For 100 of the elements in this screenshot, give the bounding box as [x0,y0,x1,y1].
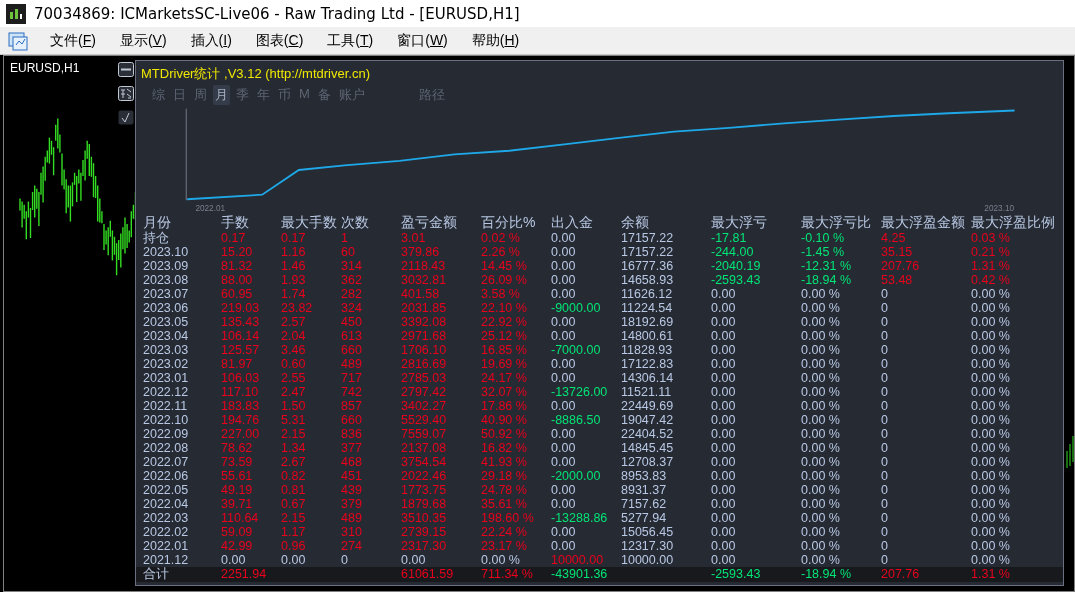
table-cell-text: 0.00 % [801,553,841,567]
menu-item[interactable]: 插入(I) [178,29,244,52]
table-cell-text: 59.09 [221,525,254,539]
table-cell-text: 11828.93 [621,343,674,357]
table-cell-text: 450 [341,315,363,329]
tab[interactable]: 周 [192,85,209,105]
table-cell-text: 0.00 [711,511,737,525]
table-cell-text: 0.00 % [801,483,841,497]
table-cell-text: 0 [881,329,889,343]
tab[interactable]: 综 [150,85,167,105]
table-cell-text: 0 [341,553,349,567]
tab[interactable]: 路径 [416,85,447,105]
minimize-icon[interactable] [118,62,134,77]
table-cell-text: 0.00 % [801,525,841,539]
table-cell-text: 2.26 % [481,245,521,259]
table-cell-text: 379.86 [401,245,441,259]
tab[interactable]: 季 [234,85,251,105]
table-cell-text: 0.00 [551,427,577,441]
table-cell-text: 0.00 % [801,497,841,511]
table-cell-text: 41.93 % [481,455,528,469]
table-cell-text: 81.32 [221,259,254,273]
table-cell-text: 22.10 % [481,301,528,315]
table-cell-text: 106.03 [221,371,261,385]
table-cell-text: 3754.54 [401,455,448,469]
tab[interactable]: 日 [171,85,188,105]
table-cell-text: 8953.83 [621,469,668,483]
table-cell-text: 0.00 % [801,357,841,371]
table-cell-text: 0 [881,427,889,441]
tab[interactable]: M [297,85,312,105]
table-cell-text: 2023.06 [143,301,190,315]
table-cell-text: 23.82 [281,301,314,315]
tab[interactable]: 月 [213,85,230,105]
tab[interactable]: 账户 [336,85,367,105]
tab[interactable]: 备 [315,85,333,105]
menu-item[interactable]: 图表(C) [243,29,316,52]
table-cell-text: 0.00 % [801,441,841,455]
table-cell-text: -18.94 % [801,273,853,287]
column-header: 最大浮亏 [711,213,768,231]
table-cell-text: 0.00 % [801,287,841,301]
table-cell-text: 1.74 [281,287,307,301]
chart-window-icon[interactable] [8,30,28,51]
total-cell-text: -43901.36 [551,567,609,582]
tab[interactable]: 年 [255,85,272,105]
table-cell-text: 60 [341,245,356,259]
table-cell-text: 0.00 [711,371,737,385]
table-cell-text: 0.00 [711,357,737,371]
table-cell-text: 0.60 [281,357,307,371]
table-cell-text: 0.00 [711,385,737,399]
column-header: 最大浮亏比 [801,213,872,231]
table-cell-text: 0.00 % [971,497,1011,511]
table-cell-text: 2022.10 [143,413,190,427]
table-cell-text: 0.00 % [971,483,1011,497]
menu-item[interactable]: 工具(T) [315,29,386,52]
table-cell-text: 310 [341,525,363,539]
table-cell-text: 5277.94 [621,511,668,525]
table-cell-text: 35.15 [881,245,914,259]
table-cell-text: 0 [881,441,889,455]
table-cell-text: 0.00 [711,427,737,441]
column-header: 最大浮盈比例 [971,213,1056,231]
table-cell-text: 7559.07 [401,427,448,441]
table-cell-text: -2040.19 [711,259,762,273]
table-cell-text: 0.21 % [971,245,1011,259]
menu-item[interactable]: 帮助(H) [459,29,532,52]
app-logo-icon [6,3,26,24]
table-cell-text: 0.00 % [481,553,521,567]
table-cell-text: 2022.08 [143,441,190,455]
table-cell-text: -244.00 [711,245,755,259]
table-cell-text: 15.20 [221,245,254,259]
tab[interactable]: 币 [276,85,293,105]
table-cell-text: 0 [881,553,889,567]
table-cell-text: 0.17 [281,231,307,245]
check-icon[interactable] [118,110,134,125]
table-cell-text: 2.57 [281,315,307,329]
table-cell-text: 0.00 % [801,413,841,427]
table-cell-text: -0.10 % [801,231,846,245]
menu-item[interactable]: 文件(F) [38,29,108,52]
table-cell-text: 0.00 [551,259,577,273]
table-cell-text: 0.67 [281,497,307,511]
table-cell-text: 2.67 [281,455,307,469]
total-cell-text: 2251.94 [221,567,268,582]
table-cell-text: 14658.93 [621,273,675,287]
column-header: 最大手数 [281,213,338,231]
table-cell-text: 0.00 [551,371,577,385]
table-cell-text: 5529.40 [401,413,448,427]
table-cell-text: 50.92 % [481,427,528,441]
column-header: 出入金 [551,213,594,231]
menu-item[interactable]: 窗口(W) [385,29,460,52]
table-cell-text: 持仓 [143,231,170,245]
table-cell-text: 468 [341,455,363,469]
axis-label: 2022.01 [195,204,226,213]
table-cell-text: 3.58 % [481,287,521,301]
table-cell-text: 23.17 % [481,539,528,553]
column-header: 次数 [341,213,370,231]
menu-item[interactable]: 显示(V) [107,29,179,52]
table-cell-text: 22449.69 [621,399,675,413]
table-cell-text: 2785.03 [401,371,448,385]
table-cell-text: 60.95 [221,287,254,301]
table-cell-text: 0.00 % [971,539,1011,553]
table-cell-text: 0.00 % [801,469,841,483]
table-cell-text: 0.00 [221,553,247,567]
